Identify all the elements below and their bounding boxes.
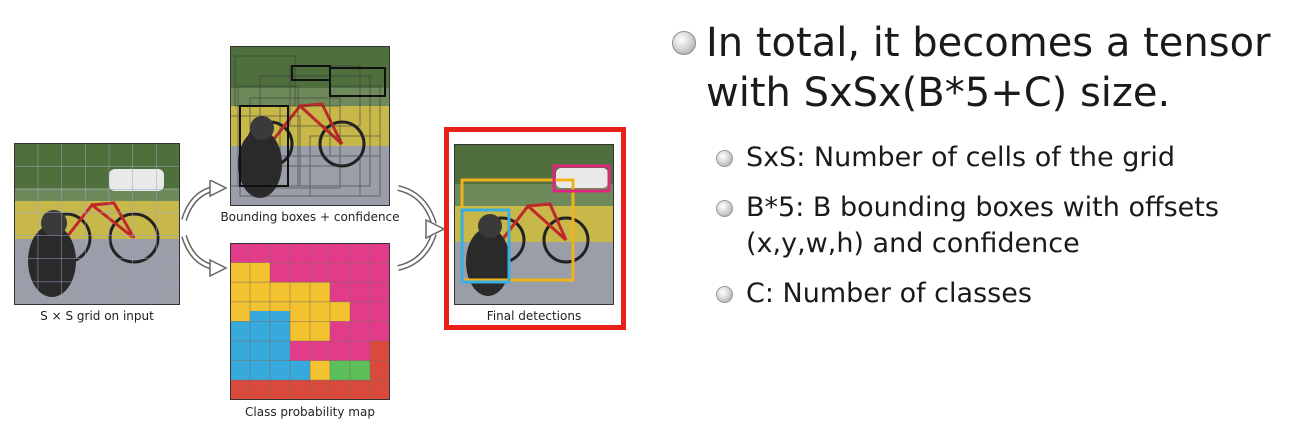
main-bullet: In total, it becomes a tensor with SxSx(… [668,18,1298,118]
split-arrows-icon [181,180,228,278]
input-caption: S × S grid on input [40,309,154,323]
sub-bullet-grid: SxS: Number of cells of the grid [714,140,1298,176]
main-bullet-line1: In total, it becomes a tensor [706,20,1271,66]
bullet-dot-icon [716,150,733,167]
sub-bullet-text: SxS: Number of cells of the grid [746,142,1176,173]
sub-bullet-classes: C: Number of classes [714,276,1298,312]
class-probability-map [230,243,390,400]
sub-bullet-text: C: Number of classes [746,278,1032,309]
sub-bullet-boxes: B*5: B bounding boxes with offsets (x,y,… [714,190,1298,262]
bullet-dot-icon [672,31,696,55]
bounding-boxes-image [230,46,390,206]
main-bullet-line2: with SxSx(B*5+C) size. [706,70,1171,116]
bullet-list: In total, it becomes a tensor with SxSx(… [668,18,1298,326]
final-caption: Final detections [486,309,582,323]
bullet-dot-icon [716,200,733,217]
merge-arrows-icon [397,185,446,271]
final-detections-image [454,144,614,305]
bbox-caption: Bounding boxes + confidence [220,210,400,224]
bullet-dot-icon [716,286,733,303]
sub-bullet-text: B*5: B bounding boxes with offsets [746,192,1219,223]
input-grid-image [14,143,180,305]
sub-bullet-text-cont: (x,y,w,h) and confidence [746,228,1080,259]
sub-bullet-list: SxS: Number of cells of the grid B*5: B … [714,140,1298,312]
class-caption: Class probability map [245,405,375,419]
